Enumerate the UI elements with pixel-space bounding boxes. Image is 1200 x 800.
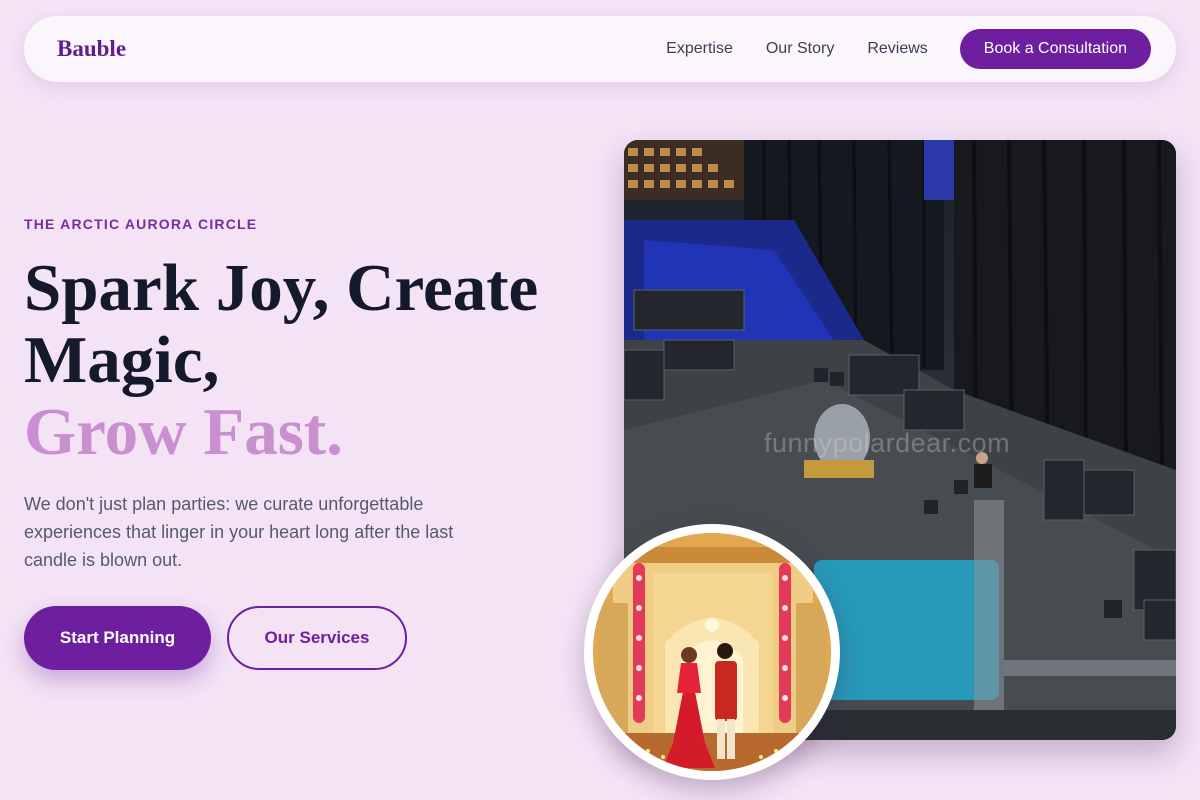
wedding-couple-photo — [584, 524, 840, 780]
top-navigation-bar: Bauble Expertise Our Story Reviews Book … — [24, 16, 1176, 82]
our-services-button[interactable]: Our Services — [227, 606, 407, 670]
headline-line-2: Magic, — [24, 323, 220, 397]
image-watermark: funnypolardear.com — [764, 428, 1011, 458]
headline-accent: Grow Fast. — [24, 395, 343, 469]
wedding-photo-illustration — [593, 533, 831, 771]
headline-line-1: Spark Joy, Create — [24, 251, 539, 325]
hero-eyebrow: THE ARCTIC AURORA CIRCLE — [24, 216, 258, 232]
brand-logo[interactable]: Bauble — [57, 36, 126, 62]
wedding-photo-frame — [593, 533, 831, 771]
nav-link-reviews[interactable]: Reviews — [867, 40, 927, 58]
nav-links-group: Expertise Our Story Reviews Book a Consu… — [666, 29, 1151, 69]
start-planning-button[interactable]: Start Planning — [24, 606, 211, 670]
hero-headline: Spark Joy, Create Magic, Grow Fast. — [24, 252, 584, 468]
nav-link-expertise[interactable]: Expertise — [666, 40, 733, 58]
book-consultation-button[interactable]: Book a Consultation — [959, 29, 1151, 69]
nav-link-our-story[interactable]: Our Story — [766, 40, 834, 58]
hero-description: We don't just plan parties: we curate un… — [24, 494, 454, 570]
